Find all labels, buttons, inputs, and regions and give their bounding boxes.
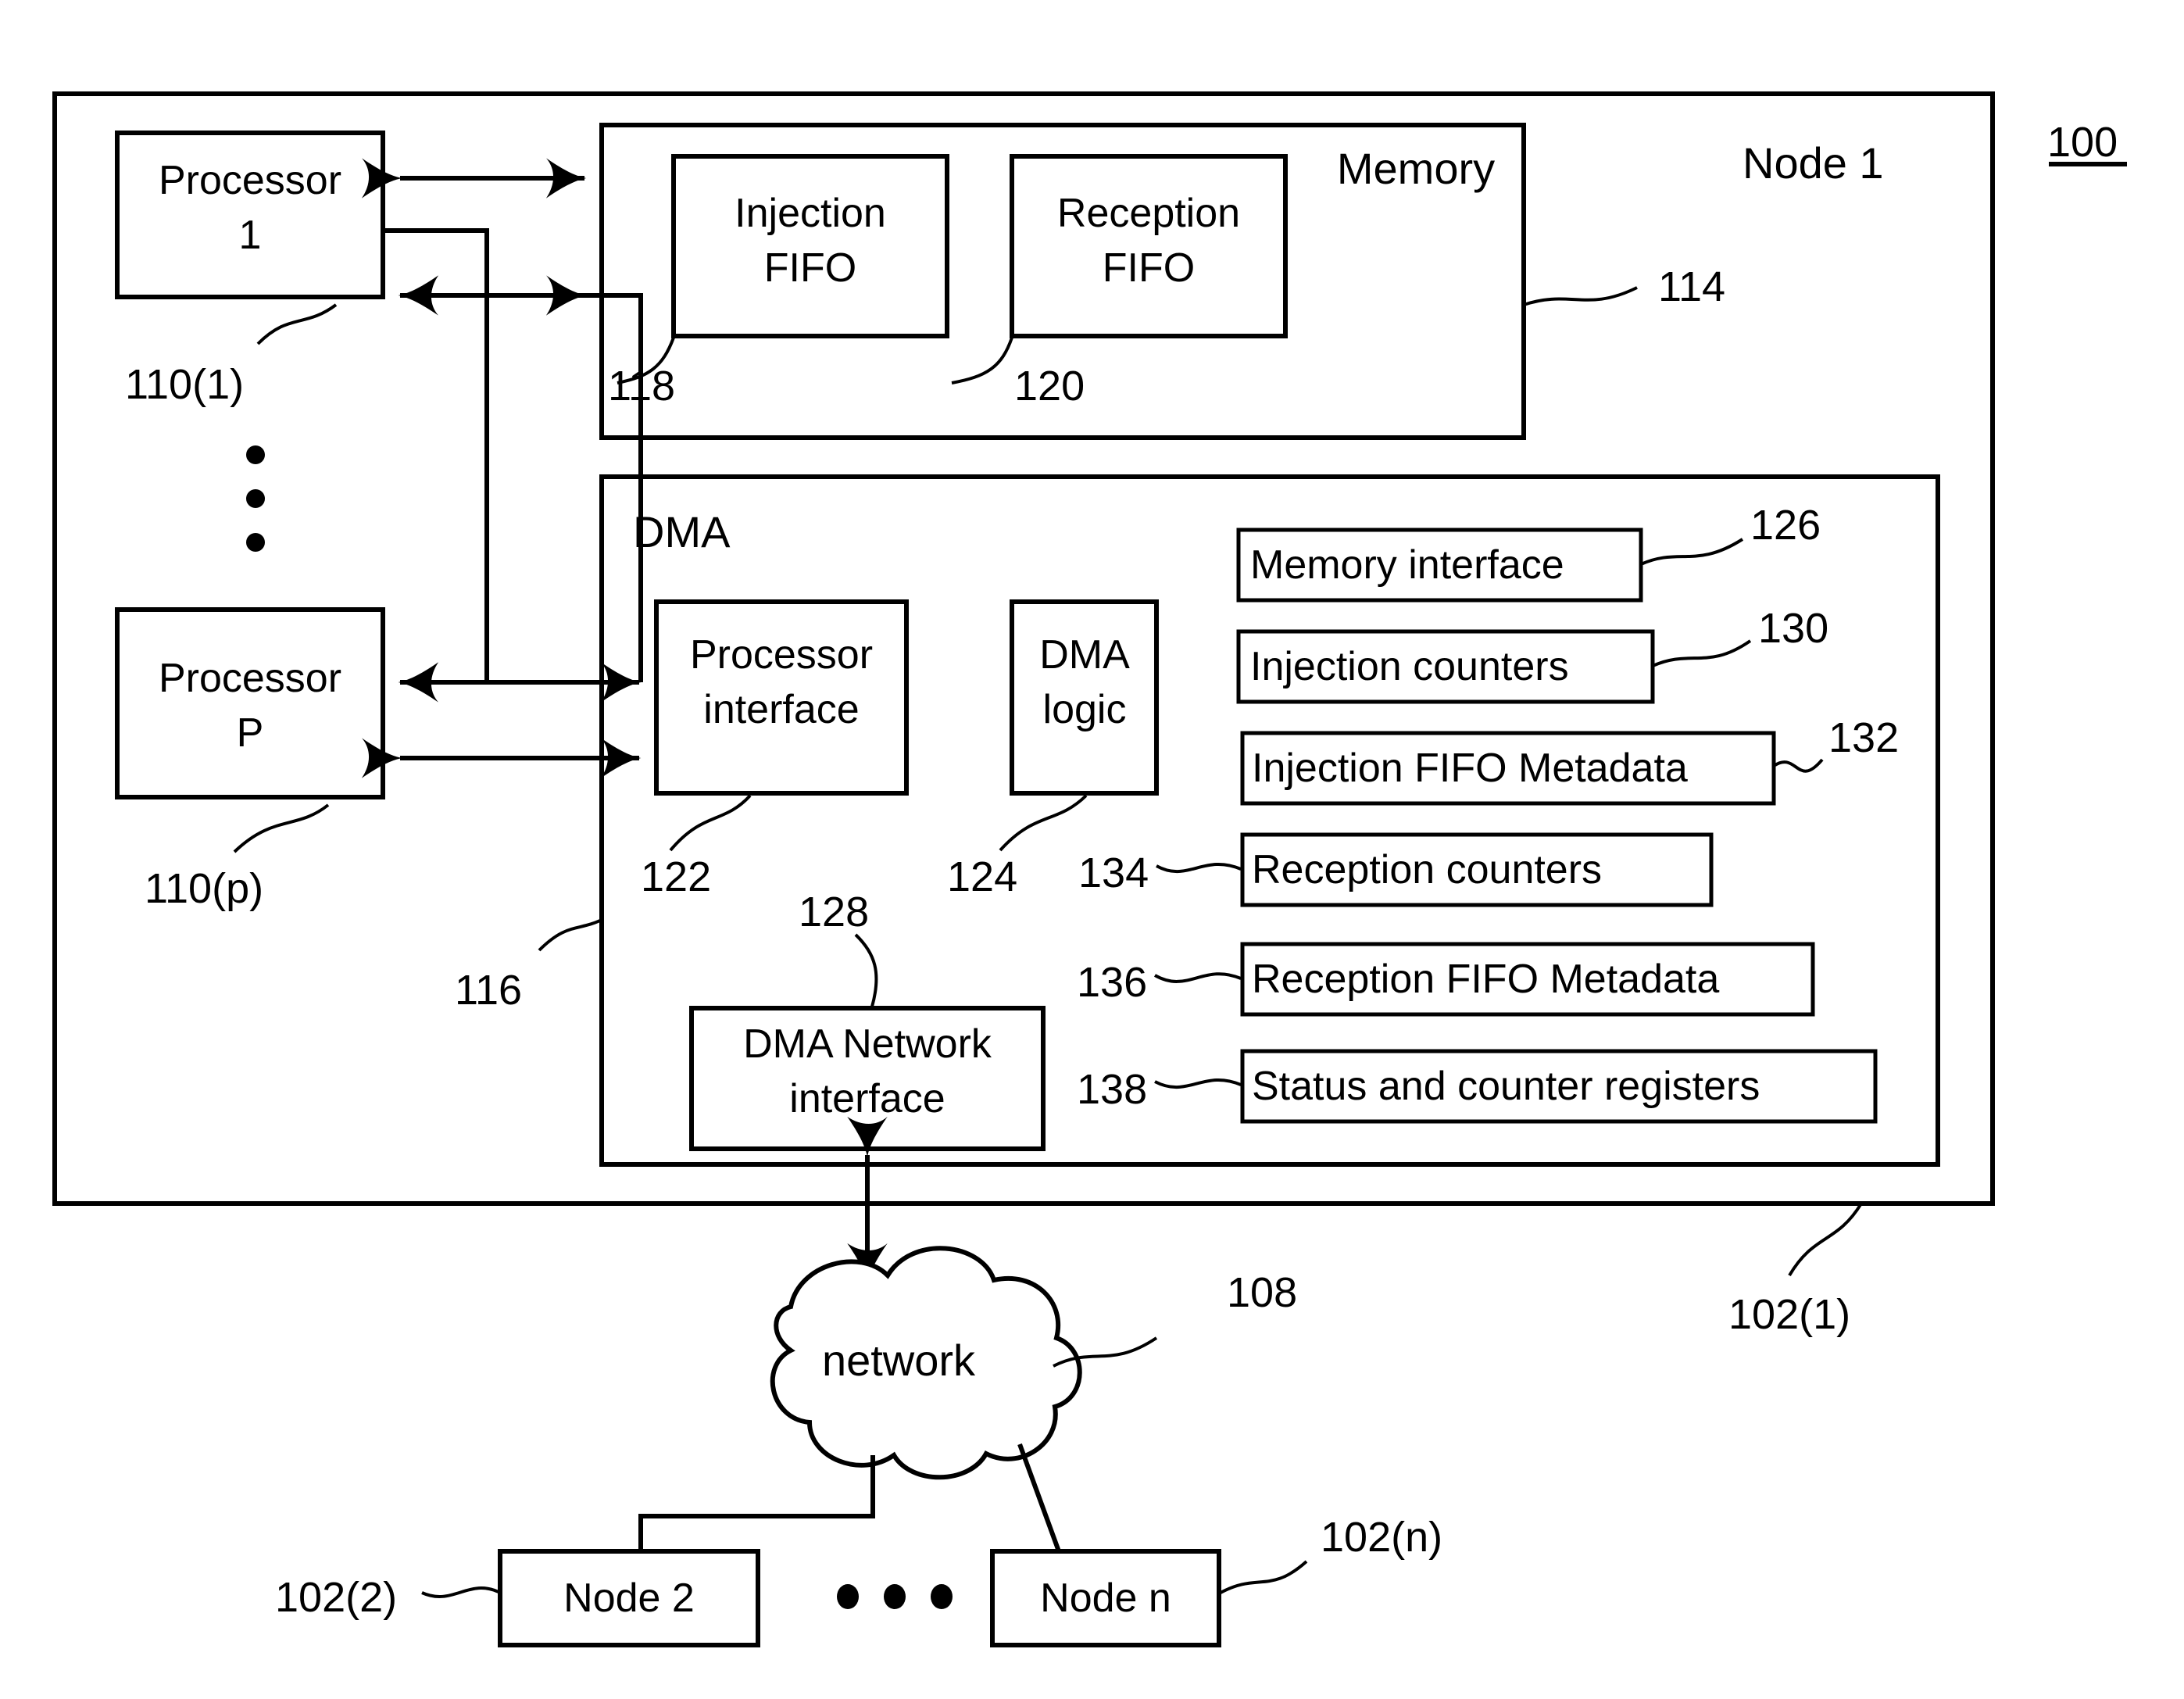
processor-1-label-line1: Processor — [159, 158, 341, 203]
processor-p-label-line2: P — [237, 710, 264, 756]
dma-network-interface-label-line2: interface — [789, 1076, 945, 1121]
dma-network-interface-label-line1: DMA Network — [743, 1021, 992, 1067]
node1-ref: 102(1) — [1728, 1291, 1850, 1338]
processor-1-label-line2: 1 — [239, 213, 262, 258]
status-counter-registers-label: Status and counter registers — [1252, 1064, 1760, 1109]
noden-label: Node n — [1040, 1576, 1171, 1621]
injection-fifo-metadata-label: Injection FIFO Metadata — [1252, 746, 1688, 791]
leader-124 — [999, 794, 1088, 852]
injection-counters-label: Injection counters — [1250, 644, 1569, 689]
injection-counters-ref: 130 — [1758, 605, 1828, 652]
injection-fifo-label-line1: Injection — [735, 191, 886, 236]
processor-ellipsis-dot-3 — [246, 533, 265, 552]
reception-fifo-label-line2: FIFO — [1103, 245, 1195, 291]
memory-interface-ref: 126 — [1750, 502, 1821, 549]
node2-ref: 102(2) — [275, 1574, 397, 1621]
dma-logic-label-line1: DMA — [1039, 632, 1130, 678]
figure-number: 100 — [2047, 119, 2118, 166]
leader-136 — [1154, 972, 1242, 983]
dma-network-interface-ref: 128 — [799, 889, 869, 935]
leader-128 — [854, 933, 878, 1007]
line-cloud-node2 — [638, 1455, 875, 1551]
leader-110-1 — [256, 303, 338, 345]
processor-1-ref: 110(1) — [125, 361, 244, 408]
processor-interface-label-line2: interface — [703, 687, 859, 732]
processor-ellipsis-dot-2 — [246, 489, 265, 508]
memory-title: Memory — [1337, 144, 1495, 193]
reception-fifo-metadata-ref: 136 — [1077, 959, 1147, 1006]
patent-figure-canvas: Processor 1 110(1) Processor P 110(p) In… — [0, 0, 2184, 1699]
dma-ref: 116 — [455, 967, 522, 1014]
processor-ellipsis-dot-1 — [246, 445, 265, 464]
memory-ref: 114 — [1658, 263, 1725, 310]
node2-label: Node 2 — [563, 1576, 695, 1621]
injection-fifo-metadata-ref: 132 — [1828, 714, 1899, 761]
processor-p-ref: 110(p) — [145, 865, 263, 912]
noden-ref: 102(n) — [1321, 1514, 1442, 1561]
leader-110-p — [233, 803, 330, 853]
reception-fifo-metadata-label: Reception FIFO Metadata — [1252, 957, 1719, 1002]
leader-102-1 — [1788, 1202, 1863, 1277]
injection-fifo-ref: 118 — [608, 363, 675, 410]
dma-logic-ref: 124 — [947, 853, 1017, 900]
processor-p-box — [115, 607, 385, 799]
reception-counters-label: Reception counters — [1252, 847, 1602, 892]
status-counter-registers-ref: 138 — [1077, 1066, 1147, 1113]
node1-outer-box — [52, 91, 1995, 1206]
node1-label: Node 1 — [1743, 138, 1884, 188]
injection-fifo-label-line2: FIFO — [764, 245, 856, 291]
processor-interface-ref: 122 — [641, 853, 711, 900]
reception-counters-ref: 134 — [1078, 850, 1149, 896]
leader-102-2 — [421, 1586, 501, 1598]
leader-132 — [1772, 758, 1824, 773]
leader-102-n — [1220, 1560, 1308, 1594]
leader-122 — [669, 794, 752, 852]
reception-fifo-label-line1: Reception — [1057, 191, 1240, 236]
leader-130 — [1652, 639, 1752, 667]
processor-p-label-line1: Processor — [159, 656, 341, 701]
leader-134 — [1156, 863, 1242, 874]
processor-interface-label-line1: Processor — [690, 632, 873, 678]
leader-116 — [538, 917, 604, 952]
node-ellipsis-dot-3 — [931, 1584, 953, 1609]
leader-138 — [1154, 1078, 1242, 1089]
memory-interface-label: Memory interface — [1250, 542, 1564, 588]
dma-title: DMA — [633, 507, 731, 556]
arrow-dma-to-processor1 — [398, 275, 643, 682]
dma-logic-label-line2: logic — [1043, 687, 1127, 732]
line-cloud-noden — [1017, 1443, 1061, 1553]
reception-fifo-ref: 120 — [1014, 363, 1085, 410]
network-label: network — [822, 1336, 976, 1385]
network-ref: 108 — [1227, 1269, 1297, 1316]
node-ellipsis-dot-1 — [837, 1584, 859, 1609]
node-ellipsis-dot-2 — [884, 1584, 906, 1609]
leader-126 — [1640, 538, 1744, 566]
leader-114 — [1523, 286, 1638, 306]
leader-120 — [951, 337, 1013, 385]
